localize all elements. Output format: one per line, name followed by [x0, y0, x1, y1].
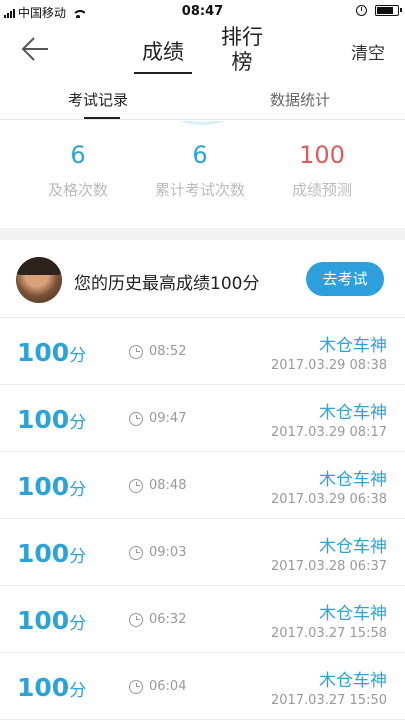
score: 100分	[17, 606, 87, 635]
subtabs: 考试记录 数据统计	[0, 80, 405, 120]
tab-exam-records[interactable]: 考试记录	[68, 89, 128, 110]
stat-value: 6	[192, 141, 208, 169]
tab-score-indicator	[134, 72, 192, 74]
clock-icon	[129, 545, 143, 560]
status-right	[356, 5, 402, 16]
subtab-indicator	[84, 117, 120, 119]
tab-statistics[interactable]: 数据统计	[270, 89, 330, 110]
clear-button[interactable]: 清空	[351, 39, 385, 64]
tab-score[interactable]: 成绩	[134, 36, 192, 66]
user-name: 木仓车神	[319, 470, 387, 490]
status-bar: 中国移动 08:47	[0, 0, 405, 22]
stats-panel: 6 及格次数 6 累计考试次数 100 成绩预测	[0, 121, 405, 228]
tab-rank[interactable]: 排行榜	[214, 25, 270, 75]
exam-date: 2017.03.29 08:38	[270, 358, 387, 373]
list-item[interactable]: 100分 06:32 木仓车神 2017.03.27 15:58	[0, 586, 405, 653]
section-divider	[0, 228, 405, 240]
duration: 06:04	[129, 679, 186, 694]
exam-date: 2017.03.27 15:58	[270, 626, 387, 641]
avatar	[16, 257, 62, 303]
stat-value: 100	[299, 141, 345, 169]
records-list: 100分 08:52 木仓车神 2017.03.29 08:38 100分 09…	[0, 318, 405, 720]
duration: 09:03	[129, 545, 186, 560]
nav-bar: 成绩 排行榜 清空	[0, 22, 405, 80]
clock-icon	[129, 612, 143, 627]
duration: 09:47	[129, 411, 186, 426]
clock-icon	[129, 344, 143, 359]
duration: 08:52	[129, 344, 186, 359]
stat-label: 成绩预测	[291, 181, 352, 199]
stat-label: 累计考试次数	[154, 181, 245, 199]
stat-score-prediction: 100 成绩预测	[280, 141, 364, 200]
user-name: 木仓车神	[319, 537, 387, 557]
score: 100分	[17, 673, 87, 702]
user-name: 木仓车神	[319, 604, 387, 624]
go-exam-button[interactable]: 去考试	[306, 262, 384, 296]
exam-date: 2017.03.29 06:38	[270, 492, 387, 507]
battery-icon	[375, 5, 402, 16]
score: 100分	[17, 338, 87, 367]
alarm-icon	[356, 5, 367, 16]
decorative-arc	[152, 121, 252, 125]
list-item[interactable]: 100分 09:03 木仓车神 2017.03.28 06:37	[0, 519, 405, 586]
arrow-left-icon	[21, 37, 48, 61]
list-item[interactable]: 100分 08:48 木仓车神 2017.03.29 06:38	[0, 452, 405, 519]
exam-date: 2017.03.27 15:50	[270, 693, 387, 708]
clock-icon	[129, 411, 143, 426]
score: 100分	[17, 405, 87, 434]
best-score-banner: 您的历史最高成绩100分 去考试	[0, 240, 405, 318]
stat-pass-count: 6 及格次数	[36, 141, 120, 200]
clock-icon	[129, 478, 143, 493]
user-name: 木仓车神	[319, 336, 387, 356]
exam-date: 2017.03.29 08:17	[270, 425, 387, 440]
clock-icon	[129, 679, 143, 694]
duration: 06:32	[129, 612, 186, 627]
list-item[interactable]: 100分 09:47 木仓车神 2017.03.29 08:17	[0, 385, 405, 452]
user-name: 木仓车神	[319, 403, 387, 423]
list-item[interactable]: 100分 08:52 木仓车神 2017.03.29 08:38	[0, 318, 405, 385]
exam-date: 2017.03.28 06:37	[270, 559, 387, 574]
duration: 08:48	[129, 478, 186, 493]
user-name: 木仓车神	[319, 671, 387, 691]
best-score-text: 您的历史最高成绩100分	[74, 274, 260, 294]
stat-total-exams: 6 累计考试次数	[143, 141, 257, 200]
stat-label: 及格次数	[47, 181, 108, 199]
score: 100分	[17, 472, 87, 501]
score: 100分	[17, 539, 87, 568]
status-time: 08:47	[181, 4, 224, 19]
list-item[interactable]: 100分 06:04 木仓车神 2017.03.27 15:50	[0, 653, 405, 720]
stat-value: 6	[70, 141, 86, 169]
back-button[interactable]	[20, 36, 50, 62]
